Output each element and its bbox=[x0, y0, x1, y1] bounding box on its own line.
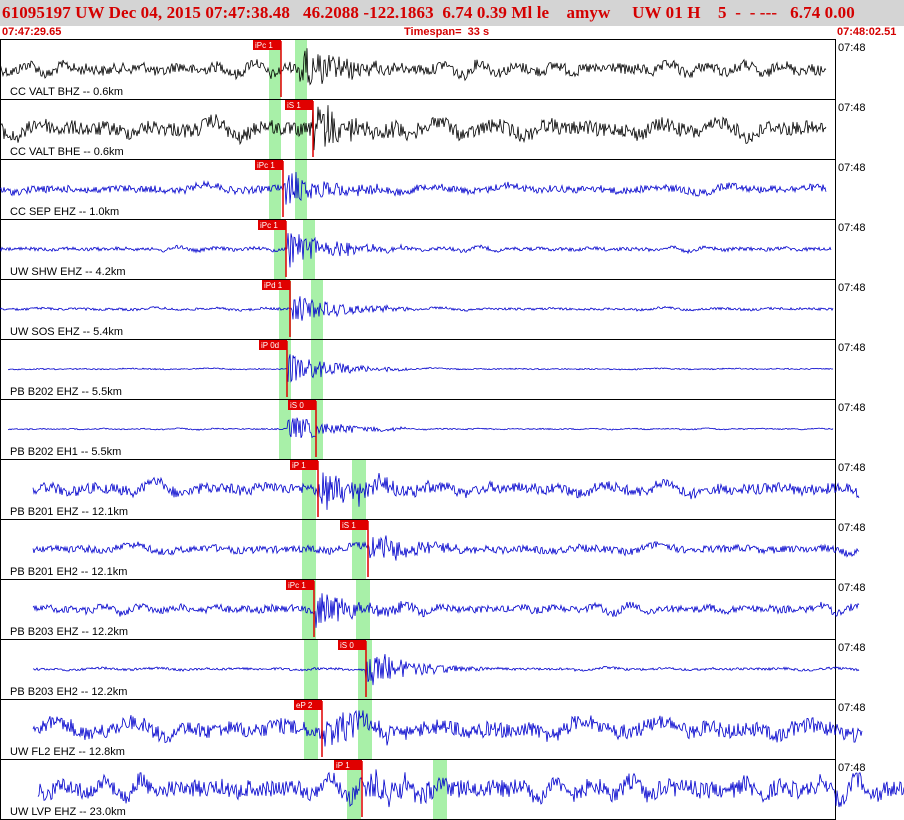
pick-label: iS 1 bbox=[342, 521, 356, 530]
panel-time-label: 07:48 bbox=[838, 102, 866, 114]
panel-frame bbox=[0, 99, 836, 160]
pick-window-highlight bbox=[295, 40, 307, 99]
pick-window-highlight bbox=[356, 580, 370, 639]
panel-time-label: 07:48 bbox=[838, 342, 866, 354]
panel-time-label: 07:48 bbox=[838, 582, 866, 594]
panel-time-label: 07:48 bbox=[838, 402, 866, 414]
seismogram-panel[interactable]: eP 2 UW FL2 EHZ -- 12.8km 07:48 bbox=[0, 699, 866, 760]
pick-label: iPc 1 bbox=[260, 221, 278, 230]
pick-label: iS 0 bbox=[290, 401, 304, 410]
seismogram-panel[interactable]: iP 1 PB B201 EHZ -- 12.1km 07:48 bbox=[0, 459, 866, 520]
panel-time-label: 07:48 bbox=[838, 642, 866, 654]
channel-label: CC SEP EHZ -- 1.0km bbox=[10, 206, 119, 218]
panel-time-label: 07:48 bbox=[838, 282, 866, 294]
seismogram-panel[interactable]: iS 0 PB B202 EH1 -- 5.5km 07:48 bbox=[0, 399, 866, 460]
seismogram-panel[interactable]: iP 0d PB B202 EHZ -- 5.5km 07:48 bbox=[0, 339, 866, 400]
pick-label: iS 1 bbox=[287, 101, 301, 110]
panel-time-label: 07:48 bbox=[838, 702, 866, 714]
channel-label: UW FL2 EHZ -- 12.8km bbox=[10, 746, 125, 758]
panel-time-label: 07:48 bbox=[838, 522, 866, 534]
channel-label: PB B202 EH1 -- 5.5km bbox=[10, 446, 121, 458]
panel-frame bbox=[0, 699, 836, 760]
seismogram-panel[interactable]: iPc 1 UW SHW EHZ -- 4.2km 07:48 bbox=[0, 219, 866, 280]
channel-label: PB B201 EHZ -- 12.1km bbox=[10, 506, 128, 518]
seismogram-panel[interactable]: iPc 1 PB B203 EHZ -- 12.2km 07:48 bbox=[0, 579, 866, 640]
pick-label: iP 0d bbox=[261, 341, 279, 350]
pick-window-highlight bbox=[358, 700, 372, 759]
pick-label: iPd 1 bbox=[264, 281, 283, 290]
time-info-bar: 07:47:29.65 Timespan= 33 s 07:48:02.51 bbox=[0, 26, 904, 39]
panel-time-label: 07:48 bbox=[838, 462, 866, 474]
channel-label: PB B203 EH2 -- 12.2km bbox=[10, 686, 127, 698]
panel-frame bbox=[0, 759, 836, 820]
seismogram-panel[interactable]: iPc 1 CC VALT BHZ -- 0.6km 07:48 bbox=[0, 39, 866, 100]
seismogram-panel[interactable]: iPd 1 UW SOS EHZ -- 5.4km 07:48 bbox=[0, 279, 866, 340]
pick-window-highlight bbox=[433, 760, 447, 819]
panel-frame bbox=[0, 219, 836, 280]
seismogram-panel[interactable]: iP 1 UW LVP EHZ -- 23.0km 07:48 bbox=[0, 759, 904, 820]
panel-time-label: 07:48 bbox=[838, 762, 866, 774]
pick-label: iPc 1 bbox=[288, 581, 306, 590]
timespan-label: Timespan= 33 s bbox=[404, 26, 490, 38]
pick-label: iPc 1 bbox=[255, 41, 273, 50]
channel-label: PB B201 EH2 -- 12.1km bbox=[10, 566, 127, 578]
channel-label: PB B202 EHZ -- 5.5km bbox=[10, 386, 122, 398]
pick-label: iS 0 bbox=[340, 641, 354, 650]
pick-label: iP 1 bbox=[336, 761, 350, 770]
channel-label: CC VALT BHE -- 0.6km bbox=[10, 146, 124, 158]
title-bar: 61095197 UW Dec 04, 2015 07:47:38.48 46.… bbox=[0, 0, 904, 26]
event-title: 61095197 UW Dec 04, 2015 07:47:38.48 46.… bbox=[2, 3, 855, 22]
seismogram-panel[interactable]: iS 1 PB B201 EH2 -- 12.1km 07:48 bbox=[0, 519, 866, 580]
channel-label: UW LVP EHZ -- 23.0km bbox=[10, 806, 126, 818]
channel-label: PB B203 EHZ -- 12.2km bbox=[10, 626, 128, 638]
end-time: 07:48:02.51 bbox=[837, 26, 897, 38]
start-time: 07:47:29.65 bbox=[2, 26, 62, 38]
channel-label: CC VALT BHZ -- 0.6km bbox=[10, 86, 123, 98]
channel-label: UW SOS EHZ -- 5.4km bbox=[10, 326, 123, 338]
pick-window-highlight bbox=[303, 220, 315, 279]
seismogram-panel[interactable]: iS 1 CC VALT BHE -- 0.6km 07:48 bbox=[0, 99, 866, 160]
pick-label: eP 2 bbox=[296, 701, 313, 710]
channel-label: UW SHW EHZ -- 4.2km bbox=[10, 266, 126, 278]
panel-time-label: 07:48 bbox=[838, 222, 866, 234]
panel-time-label: 07:48 bbox=[838, 42, 866, 54]
seismogram-panel[interactable]: iPc 1 CC SEP EHZ -- 1.0km 07:48 bbox=[0, 159, 866, 220]
panel-time-label: 07:48 bbox=[838, 162, 866, 174]
pick-label: iPc 1 bbox=[257, 161, 275, 170]
pick-label: iP 1 bbox=[292, 461, 306, 470]
seismogram-panel[interactable]: iS 0 PB B203 EH2 -- 12.2km 07:48 bbox=[0, 639, 866, 700]
seismogram-plot[interactable]: iPc 1 CC VALT BHZ -- 0.6km 07:48 iS 1 CC VAL… bbox=[0, 39, 904, 820]
